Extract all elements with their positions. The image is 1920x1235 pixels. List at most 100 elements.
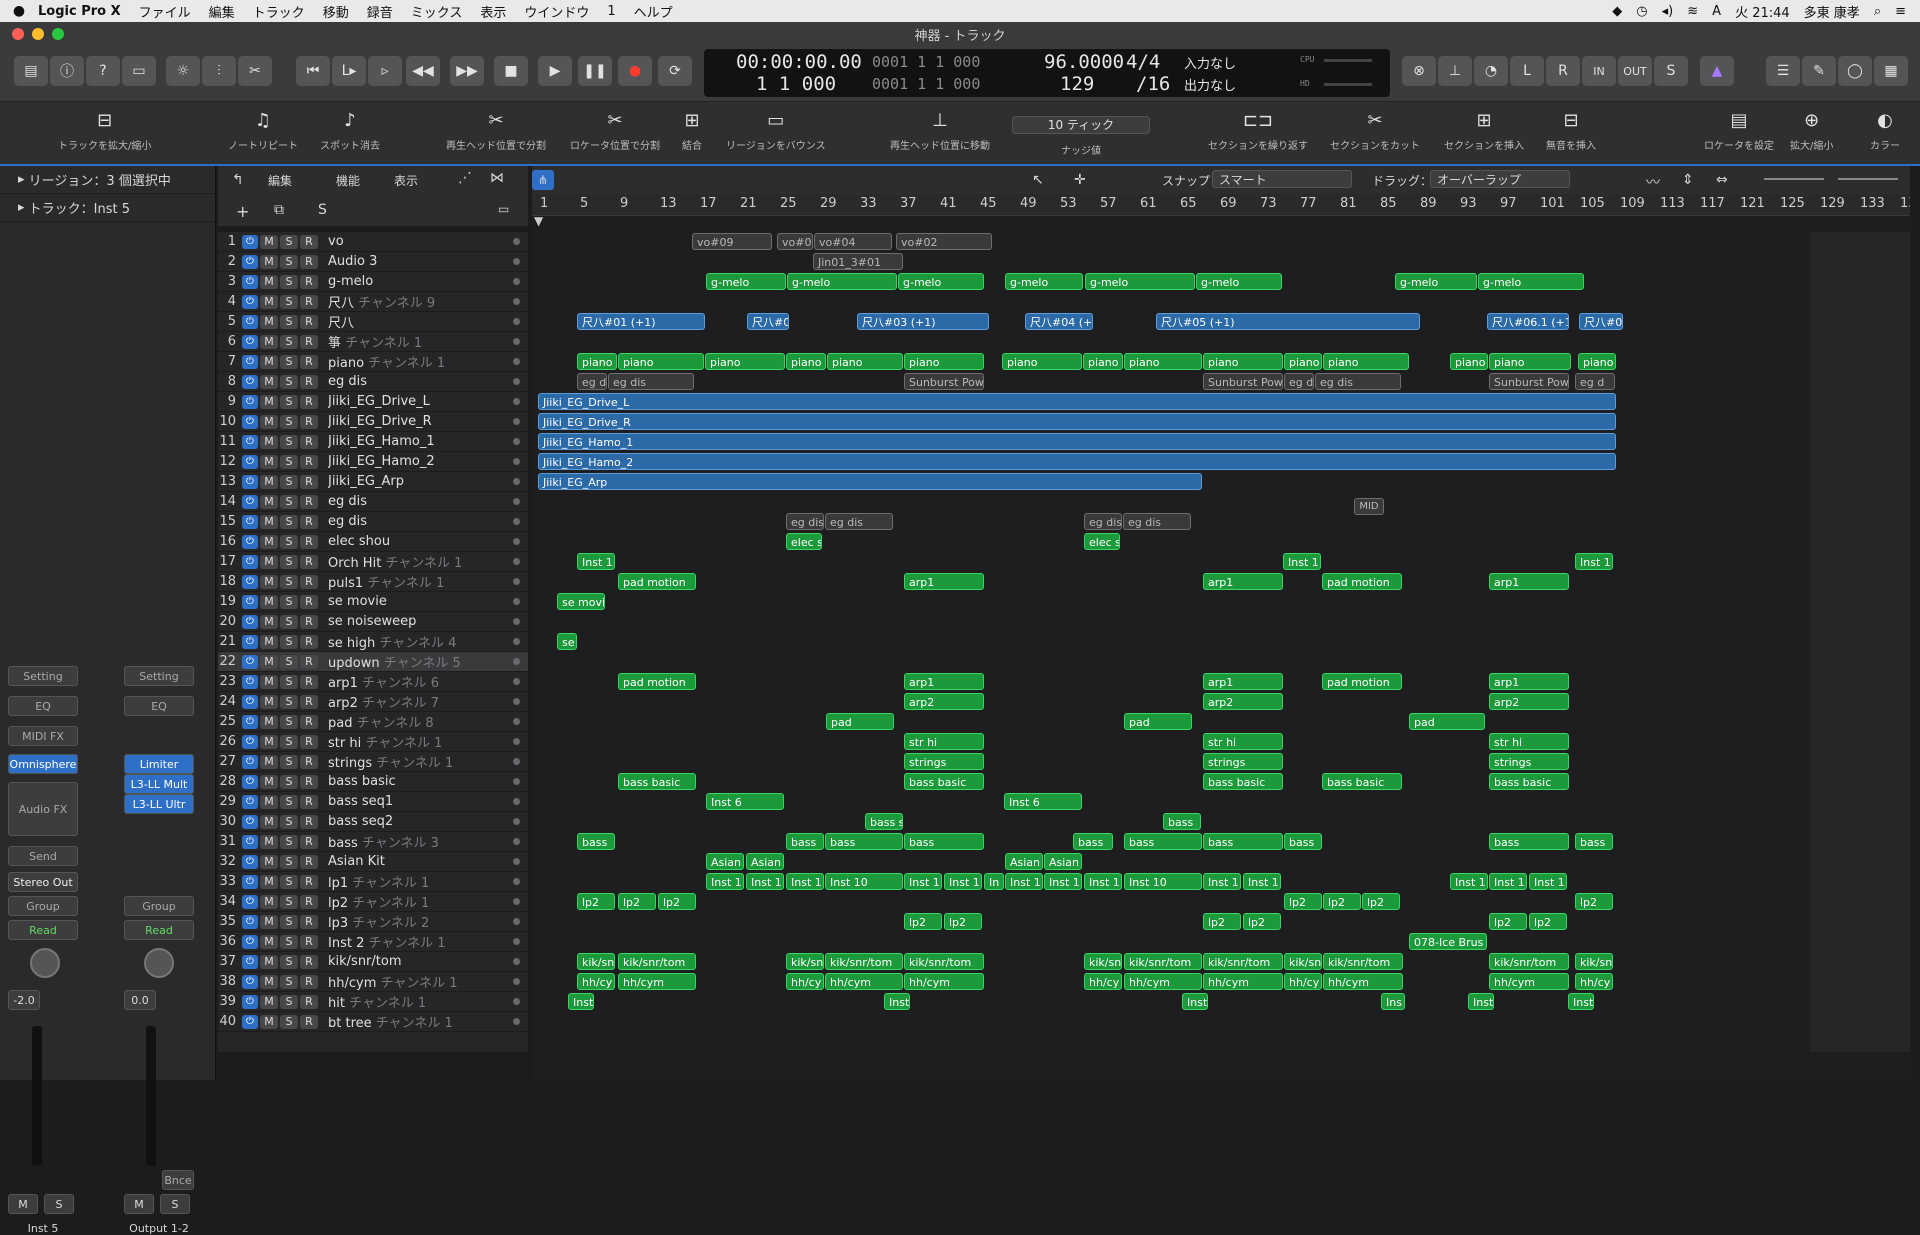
record-enable-button[interactable]: R	[300, 354, 318, 369]
fx-slot-3[interactable]: L3-LL Ultr	[124, 794, 194, 814]
mute-button[interactable]: M	[260, 914, 278, 929]
region[interactable]: Sunburst Pow	[1203, 373, 1283, 390]
solo-button[interactable]: S	[280, 394, 298, 409]
power-icon[interactable]: ⏻	[242, 334, 258, 349]
region[interactable]: Inst 10	[825, 873, 903, 890]
region[interactable]: pad	[1409, 713, 1485, 730]
add-track-icon[interactable]: +	[236, 202, 249, 221]
app-menu[interactable]: Logic Pro X	[38, 4, 121, 19]
track-name[interactable]: lp1 チャンネル 1	[328, 872, 513, 891]
track-name[interactable]: g-melo	[328, 274, 513, 289]
global-solo-icon[interactable]: S	[318, 202, 327, 218]
mute-button[interactable]: M	[260, 894, 278, 909]
region[interactable]: Jiiki_EG_Hamo_1	[538, 433, 1616, 450]
power-icon[interactable]: ⏻	[242, 314, 258, 329]
tuner-icon[interactable]: ⊥	[1438, 56, 1472, 86]
duplicate-track-icon[interactable]: ⧉	[274, 202, 284, 218]
region[interactable]: str hi	[1489, 733, 1569, 750]
region[interactable]: g-melo	[1395, 273, 1477, 290]
power-icon[interactable]: ⏻	[242, 454, 258, 469]
track-name[interactable]: se noiseweep	[328, 614, 513, 629]
mute-button[interactable]: M	[260, 634, 278, 649]
track-row[interactable]: 22 ⏻ M S Rupdown チャンネル 5	[218, 652, 528, 672]
region[interactable]: arp1	[1489, 573, 1569, 590]
region[interactable]: hh/cym	[1489, 973, 1569, 990]
toolbar-icon[interactable]: ▭	[122, 56, 156, 86]
region[interactable]: Ins	[1381, 993, 1405, 1010]
region[interactable]: Inst 1	[1450, 873, 1488, 890]
tool-move-to-playhead[interactable]: ⊥ 再生ヘッド位置に移動	[890, 110, 990, 152]
region[interactable]: Sunburst Pow	[904, 373, 984, 390]
track-row[interactable]: 18 ⏻ M S Rpuls1 チャンネル 1	[218, 572, 528, 592]
tool-insert-silence[interactable]: ⊟ 無音を挿入	[1546, 110, 1596, 152]
automation-read[interactable]: Read	[124, 920, 194, 940]
record-enable-button[interactable]: R	[300, 834, 318, 849]
region[interactable]: eg dis	[786, 513, 824, 530]
solo-button[interactable]: S	[280, 854, 298, 869]
region[interactable]: bass basic	[1203, 773, 1283, 790]
region[interactable]: piano	[1323, 353, 1409, 370]
region[interactable]: eg d	[1575, 373, 1615, 390]
flex-icon[interactable]: ⋔	[532, 170, 554, 190]
region[interactable]: 尺八#01 (+1)	[577, 313, 705, 330]
power-icon[interactable]: ⏻	[242, 654, 258, 669]
region[interactable]: eg dis	[825, 513, 893, 530]
solo-button[interactable]: S	[280, 594, 298, 609]
region[interactable]: Asian	[1005, 853, 1043, 870]
track-name[interactable]: eg dis	[328, 374, 513, 389]
mute-button[interactable]: M	[260, 314, 278, 329]
track-name[interactable]: Jiiki_EG_Drive_L	[328, 394, 513, 409]
region[interactable]: piano	[1124, 353, 1202, 370]
region[interactable]: bass	[1073, 833, 1113, 850]
track-row[interactable]: 35 ⏻ M S Rlp3 チャンネル 2	[218, 912, 528, 932]
power-icon[interactable]: ⏻	[242, 934, 258, 949]
region[interactable]: 尺八#0	[747, 313, 789, 330]
region[interactable]: Inst 1	[706, 873, 744, 890]
solo-button[interactable]: S	[280, 894, 298, 909]
record-enable-button[interactable]: R	[300, 774, 318, 789]
region[interactable]: g-melo	[898, 273, 984, 290]
power-icon[interactable]: ⏻	[242, 974, 258, 989]
track-name[interactable]: eg dis	[328, 494, 513, 509]
mute-button[interactable]: M	[260, 954, 278, 969]
solo-button[interactable]: S	[280, 794, 298, 809]
region[interactable]: bass	[1489, 833, 1569, 850]
region[interactable]: kik/snr/tom	[1124, 953, 1202, 970]
region[interactable]: arp2	[904, 693, 984, 710]
region[interactable]: Inst	[568, 993, 594, 1010]
horizontal-zoom-slider[interactable]	[1838, 178, 1898, 180]
pan-knob[interactable]	[30, 948, 60, 978]
track-name[interactable]: Inst 2 チャンネル 1	[328, 932, 513, 951]
record-enable-button[interactable]: R	[300, 894, 318, 909]
track-row[interactable]: 24 ⏻ M S Rarp2 チャンネル 7	[218, 692, 528, 712]
menu-edit[interactable]: 編集	[209, 2, 235, 21]
region[interactable]: kik/snr/tom	[618, 953, 696, 970]
region[interactable]: pad	[826, 713, 894, 730]
notepad-icon[interactable]: ✎	[1802, 56, 1836, 86]
cycle-icon[interactable]: ⟳	[658, 56, 692, 86]
power-icon[interactable]: ⏻	[242, 254, 258, 269]
pause-icon[interactable]: ❚❚	[578, 56, 612, 86]
power-icon[interactable]: ⏻	[242, 394, 258, 409]
zoom-window-icon[interactable]	[52, 28, 64, 40]
solo-button[interactable]: S	[280, 914, 298, 929]
power-icon[interactable]: ⏻	[242, 954, 258, 969]
region[interactable]: piano	[618, 353, 704, 370]
region[interactable]: piano	[705, 353, 785, 370]
region[interactable]: Inst 1	[1084, 873, 1122, 890]
volume-fader[interactable]	[32, 1026, 42, 1166]
power-icon[interactable]: ⏻	[242, 434, 258, 449]
record-enable-button[interactable]: R	[300, 954, 318, 969]
midi-fx-slot[interactable]: MIDI FX	[8, 726, 78, 746]
region[interactable]: lp2	[1529, 913, 1567, 930]
record-enable-button[interactable]: R	[300, 394, 318, 409]
play-region-icon[interactable]: ▹	[368, 56, 402, 86]
tool-repeat-section[interactable]: ⊏⊐ セクションを繰り返す	[1208, 110, 1308, 152]
region[interactable]: hh/cym	[1124, 973, 1202, 990]
power-icon[interactable]: ⏻	[242, 294, 258, 309]
setting-button[interactable]: Setting	[124, 666, 194, 686]
solo-button[interactable]: S	[280, 514, 298, 529]
track-name[interactable]: hh/cym チャンネル 1	[328, 972, 513, 991]
region[interactable]: arp2	[1203, 693, 1283, 710]
playhead-icon[interactable]: ▼	[534, 214, 543, 228]
